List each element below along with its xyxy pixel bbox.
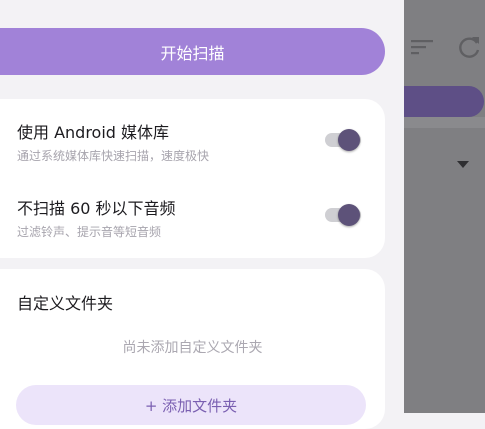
toggle-thumb	[338, 204, 360, 226]
refresh-icon	[459, 37, 480, 58]
setting-title: 使用 Android 媒体库	[17, 123, 170, 142]
setting-row-media-library[interactable]: 使用 Android 媒体库 通过系统媒体库快速扫描，速度极快	[0, 113, 385, 173]
custom-folders-card: 自定义文件夹 尚未添加自定义文件夹 + 添加文件夹	[0, 269, 385, 429]
background-divider	[404, 117, 485, 128]
setting-subtitle: 通过系统媒体库快速扫描，速度极快	[17, 149, 210, 163]
setting-subtitle: 过滤铃声、提示音等短音频	[17, 225, 162, 239]
setting-title: 不扫描 60 秒以下音频	[17, 199, 176, 218]
setting-row-skip-short-audio[interactable]: 不扫描 60 秒以下音频 过滤铃声、提示音等短音频	[0, 189, 385, 249]
custom-folders-title: 自定义文件夹	[17, 294, 114, 313]
background-app-scrim[interactable]	[404, 0, 485, 413]
scan-options-card: 使用 Android 媒体库 通过系统媒体库快速扫描，速度极快 不扫描 60 秒…	[0, 99, 385, 258]
custom-folders-empty-text: 尚未添加自定义文件夹	[122, 340, 263, 356]
media-library-toggle[interactable]	[325, 129, 363, 151]
skip-short-audio-toggle[interactable]	[325, 204, 363, 226]
background-primary-bar	[404, 86, 484, 117]
add-folder-button[interactable]: + 添加文件夹	[16, 385, 366, 425]
dropdown-icon	[457, 161, 469, 168]
sort-icon	[411, 40, 433, 55]
toggle-thumb	[338, 129, 360, 151]
scan-settings-drawer: 开始扫描 使用 Android 媒体库 通过系统媒体库快速扫描，速度极快 不扫描…	[0, 0, 404, 429]
start-scan-button[interactable]: 开始扫描	[0, 28, 385, 75]
